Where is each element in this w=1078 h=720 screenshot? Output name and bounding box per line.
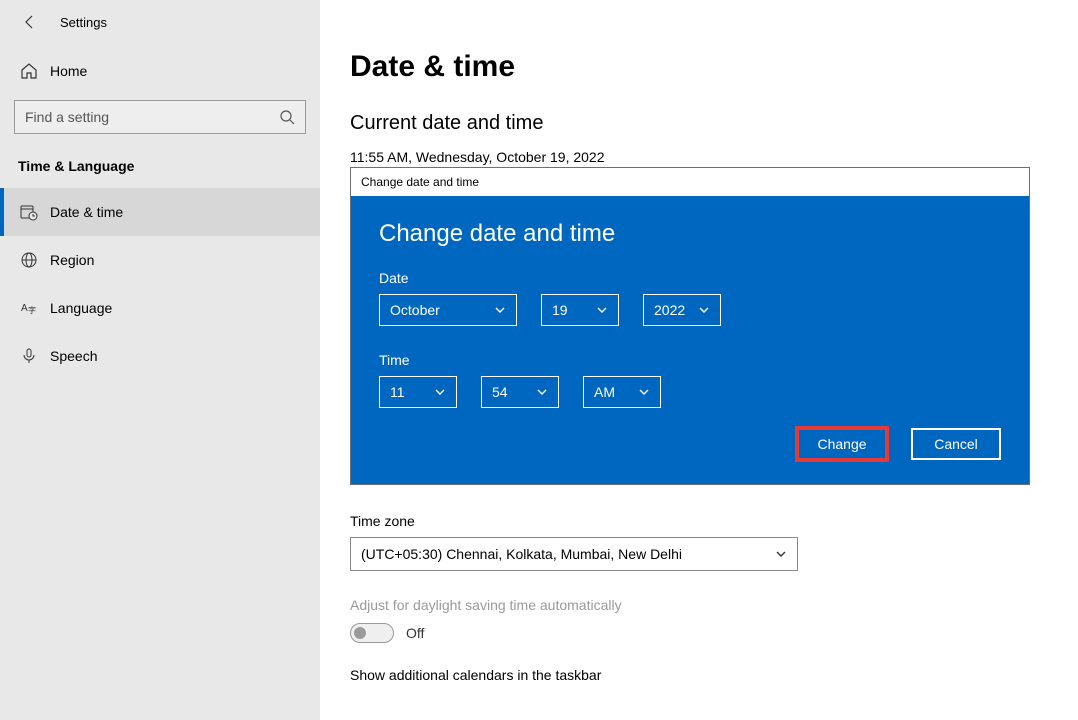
sidebar-item-region[interactable]: Region	[0, 236, 320, 284]
dialog-window-title: Change date and time	[361, 175, 479, 189]
change-datetime-dialog: Change date and time Change date and tim…	[350, 167, 1030, 485]
nav-label: Language	[50, 300, 112, 316]
svg-text:A: A	[21, 303, 28, 314]
chevron-down-icon	[775, 548, 787, 560]
current-datetime-label: Current date and time	[350, 112, 1038, 135]
change-button[interactable]: Change	[797, 428, 887, 460]
home-nav[interactable]: Home	[0, 52, 320, 90]
month-value: October	[390, 302, 440, 318]
timezone-select[interactable]: (UTC+05:30) Chennai, Kolkata, Mumbai, Ne…	[350, 537, 798, 571]
toggle-knob	[354, 627, 366, 639]
timezone-value: (UTC+05:30) Chennai, Kolkata, Mumbai, Ne…	[361, 546, 682, 562]
home-label: Home	[50, 63, 87, 79]
dst-toggle[interactable]	[350, 623, 394, 643]
sidebar-item-speech[interactable]: Speech	[0, 332, 320, 380]
sidebar-item-date-time[interactable]: Date & time	[0, 188, 320, 236]
dst-label: Adjust for daylight saving time automati…	[350, 597, 1038, 613]
year-select[interactable]: 2022	[643, 294, 721, 326]
time-field-label: Time	[379, 352, 1001, 368]
minute-select[interactable]: 54	[481, 376, 559, 408]
dialog-heading: Change date and time	[379, 220, 1001, 248]
date-row: October 19 2022	[379, 294, 1001, 326]
search-icon	[279, 109, 295, 125]
minute-value: 54	[492, 384, 508, 400]
back-icon[interactable]	[20, 12, 40, 32]
current-datetime-value: 11:55 AM, Wednesday, October 19, 2022	[350, 149, 1038, 165]
chevron-down-icon	[596, 304, 608, 316]
page-title: Date & time	[350, 50, 1038, 84]
chevron-down-icon	[698, 304, 710, 316]
hour-select[interactable]: 11	[379, 376, 457, 408]
search-input[interactable]: Find a setting	[14, 100, 306, 134]
microphone-icon	[18, 347, 40, 365]
calendar-clock-icon	[18, 203, 40, 221]
sidebar-item-language[interactable]: A字 Language	[0, 284, 320, 332]
dst-section: Adjust for daylight saving time automati…	[350, 597, 1038, 643]
time-row: 11 54 AM	[379, 376, 1001, 408]
dst-toggle-state: Off	[406, 625, 424, 641]
ampm-select[interactable]: AM	[583, 376, 661, 408]
cancel-button[interactable]: Cancel	[911, 428, 1001, 460]
additional-calendars-label: Show additional calendars in the taskbar	[350, 667, 1038, 683]
settings-sidebar: Settings Home Find a setting Time & Lang…	[0, 0, 320, 720]
nav-label: Speech	[50, 348, 97, 364]
hour-value: 11	[390, 384, 405, 400]
main-content: Date & time Current date and time 11:55 …	[320, 0, 1078, 720]
dialog-body: Change date and time Date October 19 202…	[351, 196, 1029, 484]
section-header: Time & Language	[0, 144, 320, 188]
year-value: 2022	[654, 302, 685, 318]
timezone-section: Time zone (UTC+05:30) Chennai, Kolkata, …	[350, 513, 1038, 571]
dialog-buttons: Change Cancel	[379, 428, 1001, 460]
day-select[interactable]: 19	[541, 294, 619, 326]
home-icon	[18, 62, 40, 80]
app-title: Settings	[60, 15, 107, 30]
nav-label: Date & time	[50, 204, 123, 220]
chevron-down-icon	[434, 386, 446, 398]
title-row: Settings	[0, 12, 320, 52]
ampm-value: AM	[594, 384, 615, 400]
nav-label: Region	[50, 252, 94, 268]
day-value: 19	[552, 302, 568, 318]
language-icon: A字	[18, 299, 40, 317]
dst-toggle-row: Off	[350, 623, 1038, 643]
chevron-down-icon	[494, 304, 506, 316]
dialog-titlebar[interactable]: Change date and time	[351, 168, 1029, 196]
search-container: Find a setting	[0, 90, 320, 144]
timezone-label: Time zone	[350, 513, 1038, 529]
search-placeholder: Find a setting	[25, 109, 109, 125]
month-select[interactable]: October	[379, 294, 517, 326]
globe-icon	[18, 251, 40, 269]
svg-text:字: 字	[28, 305, 36, 315]
chevron-down-icon	[536, 386, 548, 398]
date-field-label: Date	[379, 270, 1001, 286]
chevron-down-icon	[638, 386, 650, 398]
